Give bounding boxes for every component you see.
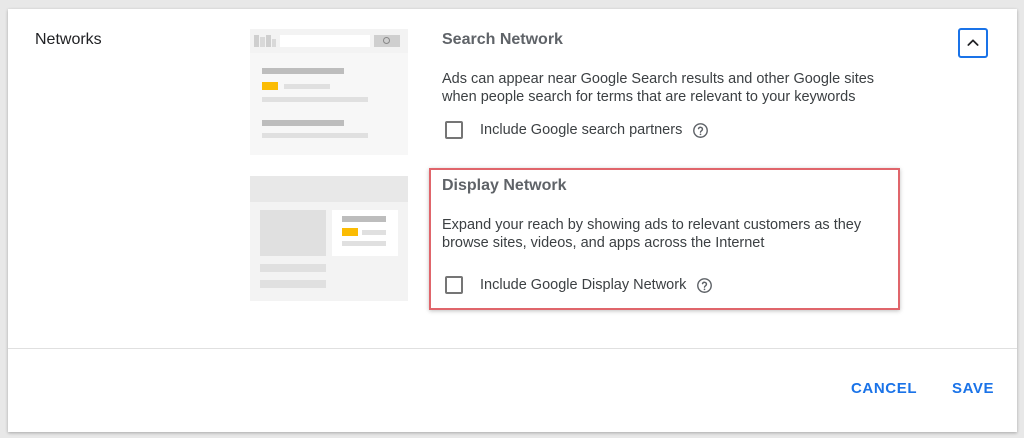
display-network-illustration xyxy=(250,176,408,301)
display-network-checkbox[interactable] xyxy=(445,276,463,294)
section-title: Networks xyxy=(35,31,102,48)
cancel-button[interactable]: CANCEL xyxy=(851,380,917,397)
display-network-description: Expand your reach by showing ads to rele… xyxy=(442,217,862,251)
search-partners-checkbox[interactable] xyxy=(445,121,463,139)
search-network-illustration xyxy=(250,29,408,155)
save-button[interactable]: SAVE xyxy=(952,380,994,397)
search-network-description: Ads can appear near Google Search result… xyxy=(442,71,875,105)
display-network-row: Include Google Display Network xyxy=(445,276,713,294)
help-icon[interactable] xyxy=(696,277,713,294)
search-partners-row: Include Google search partners xyxy=(445,121,709,139)
chevron-up-icon xyxy=(967,39,979,46)
search-network-title: Search Network xyxy=(442,31,563,48)
display-network-label[interactable]: Include Google Display Network xyxy=(480,277,686,293)
search-partners-label[interactable]: Include Google search partners xyxy=(480,122,682,138)
collapse-button[interactable] xyxy=(958,28,988,58)
help-icon[interactable] xyxy=(692,122,709,139)
networks-card: Networks Search Network Ads can appear n… xyxy=(8,9,1017,432)
display-network-title: Display Network xyxy=(442,177,567,194)
divider xyxy=(8,348,1017,349)
